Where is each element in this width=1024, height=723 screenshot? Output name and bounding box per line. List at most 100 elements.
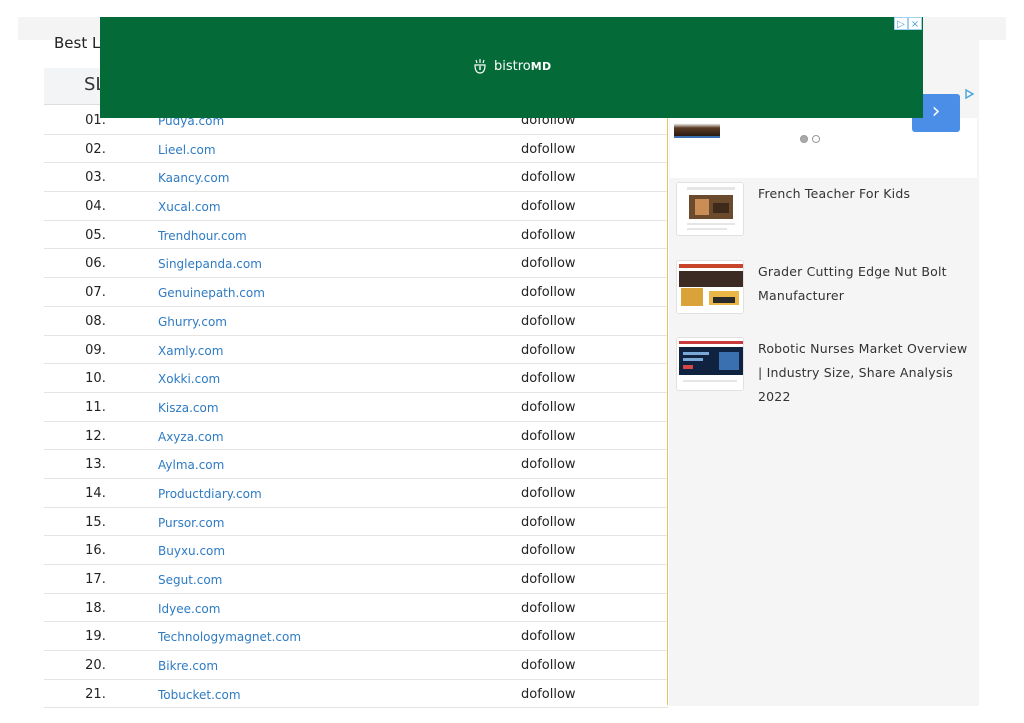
page-heading: Best L	[54, 34, 101, 52]
carousel-dot-active[interactable]	[800, 135, 808, 143]
site-link[interactable]: Bikre.com	[158, 659, 218, 673]
table-row: 09. Xamly.com dofollow	[44, 336, 668, 365]
site-link[interactable]: Lieel.com	[158, 143, 216, 157]
brand-logo[interactable]: bistro MD	[471, 57, 551, 75]
post-title[interactable]: French Teacher For Kids	[758, 182, 973, 206]
link-attribute: dofollow	[521, 342, 576, 358]
bistromd-logo-icon	[474, 59, 486, 74]
link-attribute: dofollow	[521, 686, 576, 702]
post-thumbnail[interactable]	[676, 260, 744, 314]
row-serial: 16.	[85, 543, 106, 559]
ad-product-image[interactable]	[674, 118, 720, 138]
table-row: 21. Tobucket.com dofollow	[44, 680, 668, 709]
link-attribute: dofollow	[521, 600, 576, 616]
site-link[interactable]: Productdiary.com	[158, 487, 262, 501]
row-serial: 08.	[85, 313, 106, 329]
link-attribute: dofollow	[521, 629, 576, 645]
link-attribute: dofollow	[521, 285, 576, 301]
site-link[interactable]: Pursor.com	[158, 516, 224, 530]
link-attribute: dofollow	[521, 572, 576, 587]
link-table-body: 01. Pudya.com dofollow 02. Lieel.com dofollow…	[44, 106, 668, 709]
ad-banner[interactable]: bistro MD	[100, 17, 923, 118]
table-row: 06. Singlepanda.com dofollow	[44, 249, 668, 279]
link-attribute: dofollow	[521, 543, 576, 559]
table-row: 12. Axyza.com dofollow	[44, 422, 668, 451]
post-thumbnail[interactable]	[676, 337, 744, 391]
row-serial: 04.	[85, 199, 106, 215]
site-link[interactable]: Singlepanda.com	[158, 257, 262, 271]
link-attribute: dofollow	[521, 313, 576, 329]
table-row: 02. Lieel.com dofollow	[44, 135, 668, 164]
row-serial: 02.	[85, 141, 106, 157]
row-serial: 06.	[85, 256, 106, 272]
table-row: 03. Kaancy.com dofollow	[44, 163, 668, 193]
site-link[interactable]: Aylma.com	[158, 458, 224, 472]
carousel-dot[interactable]	[812, 135, 820, 143]
brand-name-bold: MD	[530, 59, 552, 73]
link-attribute: dofollow	[521, 457, 576, 473]
chevron-right-icon: ›	[931, 99, 941, 124]
site-link[interactable]: Kaancy.com	[158, 171, 229, 185]
ad-choices-icon[interactable]	[963, 88, 975, 100]
site-link[interactable]: Axyza.com	[158, 430, 224, 444]
link-attribute: dofollow	[521, 514, 576, 530]
link-attribute: dofollow	[521, 658, 576, 674]
site-link[interactable]: Trendhour.com	[158, 229, 247, 243]
link-attribute: dofollow	[521, 141, 576, 157]
table-row: 19. Technologymagnet.com dofollow	[44, 622, 668, 652]
link-attribute: dofollow	[521, 371, 576, 387]
post-thumbnail[interactable]	[676, 182, 744, 236]
ad-flags: ▷ ×	[894, 17, 922, 30]
site-link[interactable]: Xamly.com	[158, 344, 223, 358]
ad-close-icon[interactable]: ×	[908, 17, 922, 30]
site-link[interactable]: Genuinepath.com	[158, 286, 265, 300]
link-attribute: dofollow	[521, 428, 576, 444]
site-link[interactable]: Tobucket.com	[158, 688, 241, 702]
site-link[interactable]: Xokki.com	[158, 372, 220, 386]
brand-name-light: bistro	[494, 58, 531, 74]
row-serial: 12.	[85, 428, 106, 444]
site-link[interactable]: Ghurry.com	[158, 315, 227, 329]
row-serial: 13.	[85, 457, 106, 473]
link-attribute: dofollow	[521, 170, 576, 186]
site-link[interactable]: Buyxu.com	[158, 544, 225, 558]
row-serial: 15.	[85, 514, 106, 530]
row-serial: 07.	[85, 285, 106, 301]
table-row: 14. Productdiary.com dofollow	[44, 479, 668, 508]
table-row: 10. Xokki.com dofollow	[44, 364, 668, 393]
link-attribute: dofollow	[521, 199, 576, 215]
row-serial: 14.	[85, 485, 106, 501]
site-link[interactable]: Xucal.com	[158, 200, 221, 214]
table-row: 18. Idyee.com dofollow	[44, 594, 668, 623]
row-serial: 05.	[85, 227, 106, 243]
table-row: 20. Bikre.com dofollow	[44, 651, 668, 680]
link-attribute: dofollow	[521, 485, 576, 501]
site-link[interactable]: Idyee.com	[158, 602, 220, 616]
row-serial: 21.	[85, 686, 106, 702]
table-row: 05. Trendhour.com dofollow	[44, 221, 668, 250]
link-attribute: dofollow	[521, 399, 576, 415]
link-attribute: dofollow	[521, 227, 576, 243]
table-row: 13. Aylma.com dofollow	[44, 450, 668, 479]
row-serial: 17.	[85, 572, 106, 587]
table-row: 17. Segut.com dofollow	[44, 565, 668, 594]
table-row: 15. Pursor.com dofollow	[44, 508, 668, 537]
table-row: 16. Buyxu.com dofollow	[44, 536, 668, 565]
post-title[interactable]: Robotic Nurses Market Overview | Industr…	[758, 337, 973, 409]
site-link[interactable]: Technologymagnet.com	[158, 630, 301, 644]
row-serial: 18.	[85, 600, 106, 616]
table-row: 08. Ghurry.com dofollow	[44, 307, 668, 336]
post-title[interactable]: Grader Cutting Edge Nut Bolt Manufacture…	[758, 260, 973, 308]
site-link[interactable]: Segut.com	[158, 573, 222, 587]
row-serial: 03.	[85, 170, 106, 186]
table-row: 11. Kisza.com dofollow	[44, 393, 668, 422]
row-serial: 19.	[85, 629, 106, 645]
row-serial: 11.	[85, 399, 106, 415]
sidebar-divider	[667, 105, 668, 705]
table-row: 04. Xucal.com dofollow	[44, 192, 668, 221]
row-serial: 09.	[85, 342, 106, 358]
row-serial: 10.	[85, 371, 106, 387]
site-link[interactable]: Kisza.com	[158, 401, 219, 415]
link-attribute: dofollow	[521, 256, 576, 272]
ad-play-icon[interactable]: ▷	[894, 17, 908, 30]
